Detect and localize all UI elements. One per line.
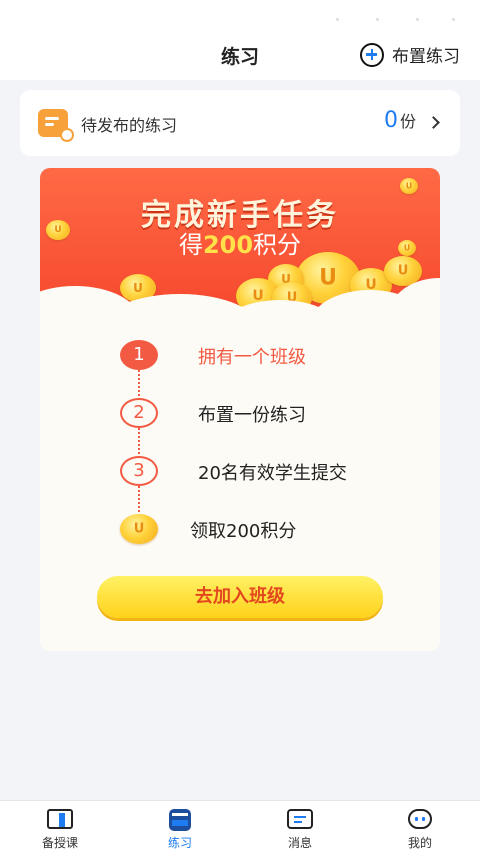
tab-lesson-prep[interactable]: 备授课 xyxy=(0,801,120,853)
pending-document-icon xyxy=(38,109,74,142)
step-label-2: 布置一份练习 xyxy=(198,405,306,426)
book-icon xyxy=(47,809,73,829)
bottom-tab-bar: 备授课 练习 消息 我的 xyxy=(0,800,480,853)
navigation-bar: 练习 布置练习 xyxy=(0,30,480,80)
tab-label: 备授课 xyxy=(41,836,78,850)
status-bar xyxy=(0,0,480,30)
pending-count-unit: 份 xyxy=(399,112,416,131)
tab-label: 我的 xyxy=(407,836,432,850)
tab-messages[interactable]: 消息 xyxy=(240,801,360,853)
step-label-3: 20名有效学生提交 xyxy=(198,463,347,484)
reward-label: 领取200积分 xyxy=(190,521,297,542)
profile-icon xyxy=(408,809,432,829)
plus-circle-icon xyxy=(360,42,384,67)
task-banner-subtitle: 得200积分 xyxy=(178,231,302,259)
tab-profile[interactable]: 我的 xyxy=(360,801,480,853)
coin-icon: U xyxy=(400,178,418,194)
pending-practice-count: 0 份 xyxy=(384,108,416,133)
step-connector xyxy=(138,486,140,516)
step-number-2: 2 xyxy=(120,398,158,428)
tab-practice[interactable]: 练习 xyxy=(120,801,240,853)
chevron-right-icon xyxy=(427,116,440,129)
coin-icon: U xyxy=(46,220,70,240)
newbie-task-card: 完成新手任务 得200积分 U U U U U U U U U U 1 拥有一个… xyxy=(40,168,440,651)
tab-label: 练习 xyxy=(167,836,192,850)
reward-coin-icon: U xyxy=(120,514,158,544)
step-connector xyxy=(138,370,140,400)
task-points: 200 xyxy=(202,231,254,259)
pending-practice-card[interactable]: 待发布的练习 0 份 xyxy=(20,90,460,156)
practice-icon xyxy=(169,809,191,831)
assign-practice-button[interactable]: 布置练习 xyxy=(360,42,460,67)
message-icon xyxy=(287,809,313,829)
status-indicators xyxy=(336,18,456,22)
coin-icon: U xyxy=(398,240,416,256)
tab-label: 消息 xyxy=(287,836,312,850)
assign-practice-label: 布置练习 xyxy=(392,47,460,67)
pending-practice-label: 待发布的练习 xyxy=(81,116,178,135)
pending-count-value: 0 xyxy=(383,108,398,133)
step-label-1: 拥有一个班级 xyxy=(198,347,306,368)
step-number-3: 3 xyxy=(120,456,158,486)
step-number-1: 1 xyxy=(120,340,158,370)
step-connector xyxy=(138,428,140,458)
join-class-button[interactable]: 去加入班级 xyxy=(97,576,383,618)
